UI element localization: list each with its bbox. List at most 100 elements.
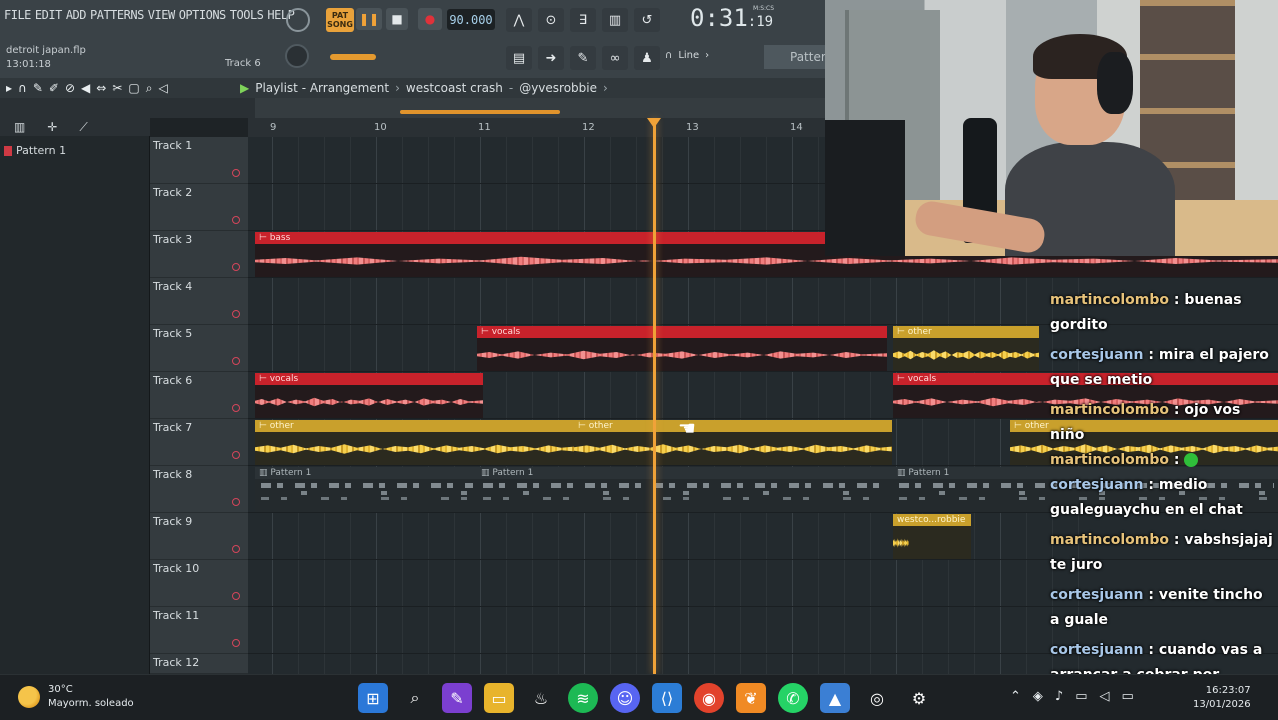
track-mute-icon[interactable] bbox=[232, 357, 240, 365]
mute-tool-icon[interactable]: ◀ bbox=[81, 81, 90, 96]
track-header[interactable]: Track 6 bbox=[150, 372, 248, 419]
master-pitch-knob[interactable] bbox=[285, 44, 309, 68]
picker-item-pattern[interactable]: Pattern 1 bbox=[4, 144, 66, 157]
track-header[interactable]: Track 2 bbox=[150, 184, 248, 231]
track-header[interactable]: Track 4 bbox=[150, 278, 248, 325]
snap-selector[interactable]: ∩ Line › bbox=[665, 50, 709, 61]
weather-widget[interactable]: 30°C Mayorm. soleado bbox=[18, 683, 134, 711]
pattern-clip[interactable]: ▥ Pattern 1 bbox=[477, 467, 893, 512]
chevron-up-icon[interactable]: ⌃ bbox=[1010, 689, 1021, 704]
track-mute-icon[interactable] bbox=[232, 404, 240, 412]
record-button[interactable]: ● bbox=[418, 8, 442, 30]
steam-icon[interactable]: ♨ bbox=[526, 683, 556, 713]
arrow-icon[interactable]: ▸ bbox=[6, 81, 12, 96]
track-mute-icon[interactable] bbox=[232, 545, 240, 553]
metronome-icon[interactable]: ⋀ bbox=[506, 8, 532, 32]
whatsapp-icon[interactable]: ✆ bbox=[778, 683, 808, 713]
tempo-display[interactable]: 90.000 bbox=[447, 9, 495, 30]
menu-edit[interactable]: EDIT bbox=[35, 8, 62, 22]
tray-app-icon[interactable]: ◈ bbox=[1033, 689, 1043, 704]
pattern-selector[interactable]: Patter bbox=[764, 45, 834, 69]
volume-icon[interactable]: ◁ bbox=[1100, 689, 1110, 704]
wait-input-icon[interactable]: ⊙ bbox=[538, 8, 564, 32]
menu-options[interactable]: OPTIONS bbox=[179, 8, 227, 22]
arrow-right-icon[interactable]: ➜ bbox=[538, 46, 564, 70]
notes-app-icon[interactable]: ✎ bbox=[442, 683, 472, 713]
photos-icon[interactable]: ▲ bbox=[820, 683, 850, 713]
select-tool-icon[interactable]: ▢ bbox=[128, 81, 139, 96]
system-clock[interactable]: 16:23:07 13/01/2026 bbox=[1193, 684, 1251, 712]
fl-studio-icon[interactable]: ❦ bbox=[736, 683, 766, 713]
file-explorer-icon[interactable]: ▭ bbox=[484, 683, 514, 713]
menu-add[interactable]: ADD bbox=[66, 8, 87, 22]
track-header[interactable]: Track 8 bbox=[150, 466, 248, 513]
countdown-icon[interactable]: ∃ bbox=[570, 8, 596, 32]
play-icon[interactable]: ▶ bbox=[240, 81, 249, 95]
search-icon[interactable]: ⌕ bbox=[400, 683, 430, 713]
timeline-scroll-handle[interactable] bbox=[400, 110, 560, 114]
track-mute-icon[interactable] bbox=[232, 592, 240, 600]
audio-icon[interactable]: ✛ bbox=[47, 120, 57, 134]
track-header[interactable]: Track 1 bbox=[150, 137, 248, 184]
piano-roll-icon[interactable]: ▥ bbox=[14, 120, 25, 134]
timeline-ruler[interactable]: 9 10 11 12 13 14 bbox=[248, 118, 828, 137]
track-header[interactable]: Track 7 bbox=[150, 419, 248, 466]
windows-start-icon[interactable]: ⊞ bbox=[358, 683, 388, 713]
piano-icon[interactable]: ▤ bbox=[506, 46, 532, 70]
step-edit-icon[interactable]: ▥ bbox=[602, 8, 628, 32]
slice-tool-icon[interactable]: ✂ bbox=[112, 81, 122, 96]
stamp-icon[interactable]: ♟ bbox=[634, 46, 660, 70]
track-mute-icon[interactable] bbox=[232, 263, 240, 271]
audio-clip-other[interactable]: ⊢ other bbox=[893, 326, 1039, 371]
playhead[interactable] bbox=[653, 118, 656, 674]
track-header[interactable]: Track 3 bbox=[150, 231, 248, 278]
track-header[interactable]: Track 11 bbox=[150, 607, 248, 654]
track-mute-icon[interactable] bbox=[232, 451, 240, 459]
delete-tool-icon[interactable]: ⊘ bbox=[65, 81, 75, 96]
pat-song-toggle[interactable]: PAT SONG bbox=[326, 8, 354, 32]
audio-clip-westco[interactable]: westco...robbie bbox=[893, 514, 971, 559]
master-volume-slider[interactable] bbox=[330, 54, 376, 60]
menu-view[interactable]: VIEW bbox=[148, 8, 175, 22]
track-header[interactable]: Track 10 bbox=[150, 560, 248, 607]
slip-tool-icon[interactable]: ⇔ bbox=[96, 81, 106, 96]
audio-clip-other[interactable]: ⊢ other bbox=[255, 420, 574, 465]
track-header[interactable]: Track 12 bbox=[150, 654, 248, 674]
automation-icon[interactable]: ⟋ bbox=[79, 120, 87, 135]
magnet-tool-icon[interactable]: ∩ bbox=[18, 81, 27, 96]
timeline-overview[interactable] bbox=[255, 98, 825, 118]
display-icon[interactable]: ▭ bbox=[1075, 689, 1087, 704]
track-mute-icon[interactable] bbox=[232, 310, 240, 318]
chrome-icon[interactable]: ◉ bbox=[694, 683, 724, 713]
track-mute-icon[interactable] bbox=[232, 639, 240, 647]
menu-file[interactable]: FILE bbox=[4, 8, 31, 22]
mic-icon[interactable]: ♪ bbox=[1055, 689, 1063, 704]
menu-tools[interactable]: TOOLS bbox=[230, 8, 264, 22]
track-mute-icon[interactable] bbox=[232, 169, 240, 177]
pattern-clip[interactable]: ▥ Pattern 1 bbox=[255, 467, 477, 512]
pause-button[interactable]: ❚❚ bbox=[356, 8, 382, 30]
obs-icon[interactable]: ◎ bbox=[862, 683, 892, 713]
paint-tool-icon[interactable]: ✐ bbox=[49, 81, 59, 96]
discord-icon[interactable]: ☺ bbox=[610, 683, 640, 713]
audio-clip-vocals[interactable]: ⊢ vocals bbox=[477, 326, 887, 371]
audio-clip-vocals[interactable]: ⊢ vocals bbox=[255, 373, 483, 418]
track-header[interactable]: Track 5 bbox=[150, 325, 248, 372]
draw-icon[interactable]: ✎ bbox=[570, 46, 596, 70]
speaker-icon[interactable]: ◁ bbox=[158, 81, 167, 96]
stop-button[interactable]: ■ bbox=[386, 8, 408, 30]
track-mute-icon[interactable] bbox=[232, 216, 240, 224]
link-icon[interactable]: ∞ bbox=[602, 46, 628, 70]
zoom-tool-icon[interactable]: ⌕ bbox=[146, 81, 153, 96]
settings-gear-icon[interactable]: ⚙ bbox=[904, 683, 934, 713]
audio-clip-other[interactable]: ⊢ other bbox=[574, 420, 892, 465]
pencil-tool-icon[interactable]: ✎ bbox=[33, 81, 43, 96]
loop-record-icon[interactable]: ↺ bbox=[634, 8, 660, 32]
menu-patterns[interactable]: PATTERNS bbox=[90, 8, 144, 22]
vscode-icon[interactable]: ⟨⟩ bbox=[652, 683, 682, 713]
spotify-icon[interactable]: ≋ bbox=[568, 683, 598, 713]
track-mute-icon[interactable] bbox=[232, 498, 240, 506]
battery-icon[interactable]: ▭ bbox=[1122, 689, 1134, 704]
playhead-marker-icon[interactable] bbox=[647, 118, 661, 128]
track-header[interactable]: Track 9 bbox=[150, 513, 248, 560]
